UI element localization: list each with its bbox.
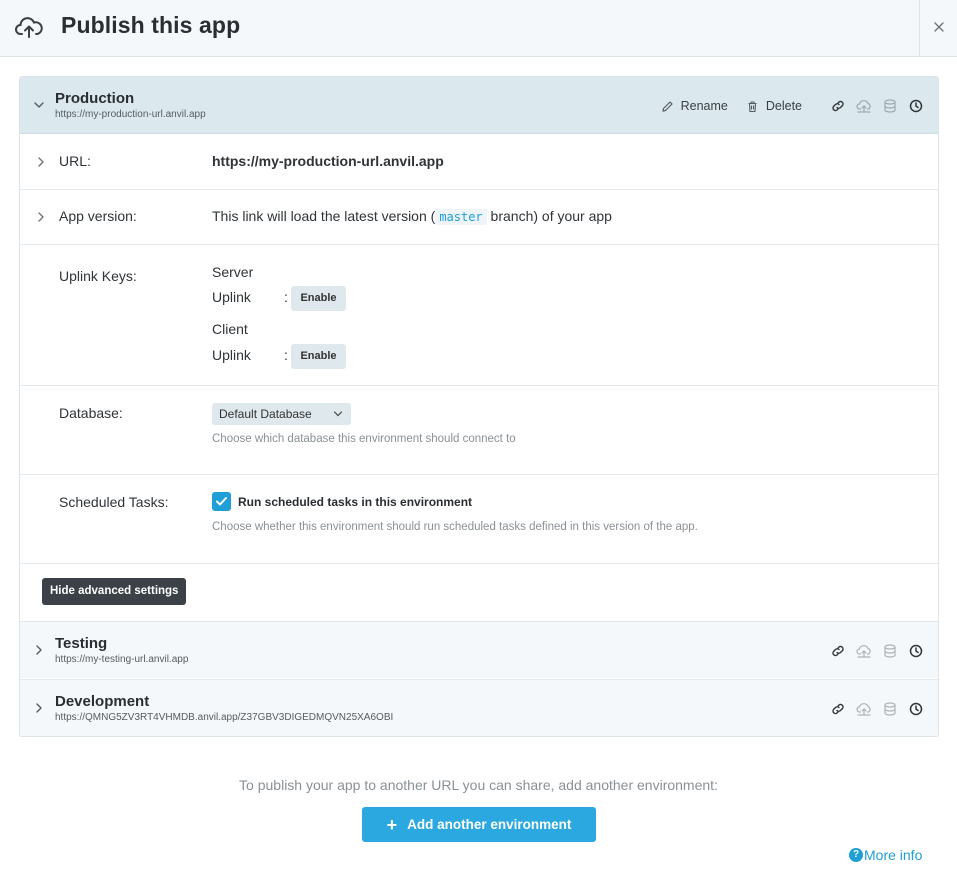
client-uplink-label: Uplink [212, 347, 251, 363]
close-button[interactable] [919, 0, 957, 57]
chevron-right-icon[interactable] [35, 156, 47, 168]
database-select[interactable]: Default Database [212, 403, 351, 425]
add-environment-label: Add another environment [407, 817, 572, 832]
pencil-icon [662, 100, 673, 112]
database-icon[interactable] [882, 643, 898, 659]
branch-name: master [435, 209, 487, 225]
database-icon[interactable] [882, 701, 898, 717]
trash-icon [748, 100, 757, 112]
close-icon [934, 22, 944, 32]
link-icon[interactable] [830, 98, 846, 114]
env-name: Production [55, 90, 135, 107]
env-name: Testing [55, 635, 108, 652]
clock-icon[interactable] [908, 643, 924, 659]
database-row: Database: Default Database Choose which … [20, 386, 938, 475]
clock-icon[interactable] [908, 701, 924, 717]
version-suffix: branch) of your app [486, 208, 612, 224]
chevron-down-icon [333, 411, 343, 417]
link-icon[interactable] [830, 701, 846, 717]
env-name: Development [55, 693, 150, 710]
server-uplink-enable-button[interactable]: Enable [291, 286, 346, 311]
deploy-icon[interactable] [856, 98, 872, 114]
deploy-icon[interactable] [856, 701, 872, 717]
env-actions [820, 641, 924, 661]
app-version-text: This link will load the latest version (… [212, 208, 612, 225]
cloud-upload-icon [15, 17, 43, 38]
chevron-right-icon[interactable] [35, 211, 47, 223]
database-selected-value: Default Database [219, 407, 312, 421]
env-testing-header[interactable]: Testing https://my-testing-url.anvil.app [20, 621, 938, 678]
database-label: Database: [59, 405, 123, 421]
more-info-label: More info [864, 847, 923, 863]
env-url: https://my-testing-url.anvil.app [55, 654, 189, 665]
add-environment-button[interactable]: + Add another environment [362, 807, 596, 842]
dialog-header: Publish this app [0, 0, 957, 57]
chevron-down-icon[interactable] [33, 99, 45, 111]
rename-button[interactable]: Rename [661, 99, 728, 113]
env-development-header[interactable]: Development https://QMNG5ZV3RT4VHMDB.anv… [20, 679, 938, 736]
scheduled-tasks-checkbox[interactable] [212, 492, 231, 511]
question-icon: ? [849, 848, 863, 862]
hide-advanced-settings-button[interactable]: Hide advanced settings [42, 578, 187, 605]
deploy-icon[interactable] [856, 643, 872, 659]
environments-panel: Production https://my-production-url.anv… [19, 76, 939, 737]
url-label: URL: [59, 153, 91, 169]
scheduled-tasks-label: Scheduled Tasks: [59, 494, 169, 510]
app-version-row: App version: This link will load the lat… [20, 190, 938, 245]
server-colon: : [284, 289, 288, 305]
production-url-link[interactable]: https://my-production-url.anvil.app [212, 153, 444, 169]
url-row: URL: https://my-production-url.anvil.app [20, 134, 938, 190]
delete-label: Delete [765, 99, 802, 113]
chevron-right-icon[interactable] [33, 702, 45, 714]
uplink-keys-label: Uplink Keys: [59, 268, 137, 284]
client-label: Client [212, 321, 248, 337]
add-environment-prompt: To publish your app to another URL you c… [239, 777, 718, 793]
env-actions: Rename Delete [661, 96, 924, 116]
database-icon[interactable] [882, 98, 898, 114]
scheduled-tasks-hint: Choose whether this environment should r… [212, 521, 698, 533]
scheduled-tasks-checkbox-label[interactable]: Run scheduled tasks in this environment [238, 495, 472, 509]
client-colon: : [284, 347, 288, 363]
rename-label: Rename [680, 99, 728, 113]
scheduled-tasks-row: Scheduled Tasks: Run scheduled tasks in … [20, 475, 938, 564]
clock-icon[interactable] [908, 98, 924, 114]
delete-button[interactable]: Delete [746, 99, 802, 113]
version-prefix: This link will load the latest version ( [212, 208, 436, 224]
client-uplink-enable-button[interactable]: Enable [291, 344, 346, 369]
env-url: https://QMNG5ZV3RT4VHMDB.anvil.app/Z37GB… [55, 712, 394, 723]
uplink-keys-row: Uplink Keys: Server Uplink : Enable Clie… [20, 245, 938, 386]
database-hint: Choose which database this environment s… [212, 433, 516, 445]
more-info-link[interactable]: ? More info [849, 847, 922, 863]
env-production-header[interactable]: Production https://my-production-url.anv… [20, 77, 938, 134]
env-url: https://my-production-url.anvil.app [55, 109, 206, 120]
env-actions [820, 699, 924, 719]
link-icon[interactable] [830, 643, 846, 659]
chevron-right-icon[interactable] [33, 644, 45, 656]
server-uplink-label: Uplink [212, 289, 251, 305]
checkmark-icon [216, 497, 227, 506]
server-label: Server [212, 264, 254, 280]
plus-icon: + [386, 814, 398, 835]
dialog-title: Publish this app [61, 12, 241, 38]
app-version-label: App version: [59, 208, 137, 224]
